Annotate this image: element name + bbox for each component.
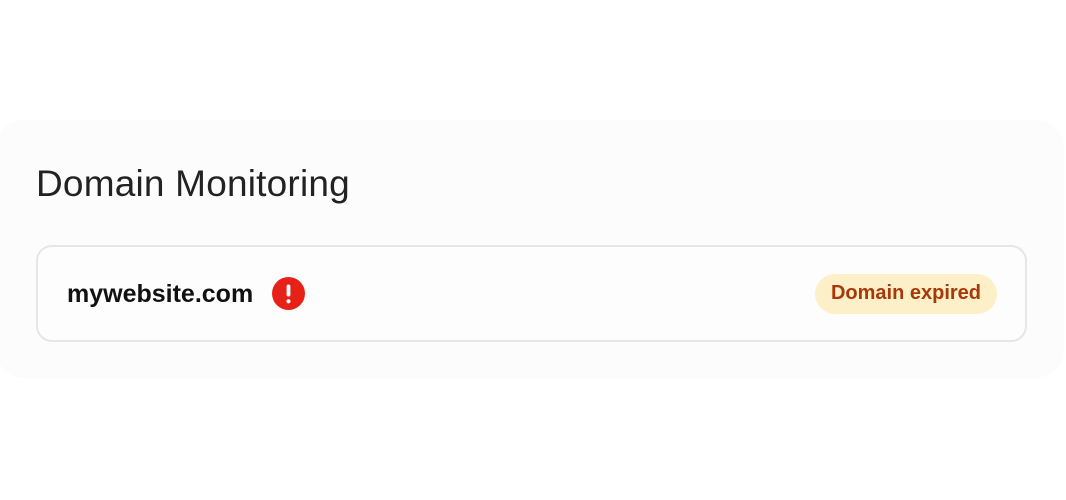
section-title: Domain Monitoring — [36, 163, 350, 204]
domain-name: mywebsite.com — [67, 279, 254, 308]
exclamation-circle-icon — [272, 277, 306, 310]
status-badge: Domain expired — [814, 273, 997, 314]
domain-monitoring-panel: Domain Monitoring mywebsite.com Domain e… — [0, 120, 1064, 378]
domain-row[interactable]: mywebsite.com Domain expired — [36, 245, 1027, 342]
